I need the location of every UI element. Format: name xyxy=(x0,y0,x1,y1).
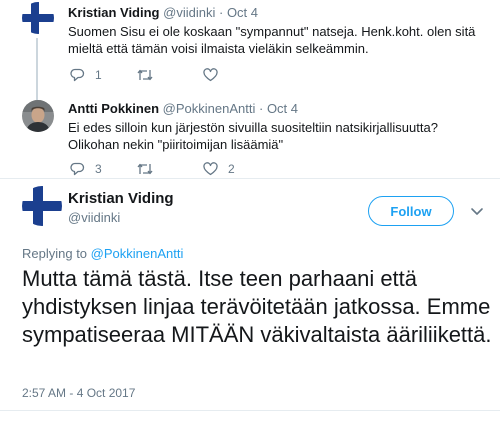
heart-icon xyxy=(203,162,218,176)
follow-button[interactable]: Follow xyxy=(368,196,454,226)
reply-tweet-1[interactable]: Kristian Viding @viidinki · Oct 4 Suomen… xyxy=(0,0,500,100)
retweet-icon xyxy=(136,68,154,82)
divider xyxy=(0,178,500,179)
author-handle[interactable]: @viidinki xyxy=(163,5,215,20)
retweet-button[interactable] xyxy=(136,68,164,82)
tweet-text: Suomen Sisu ei ole koskaan "sympannut" n… xyxy=(68,24,476,56)
like-button[interactable]: 2 xyxy=(203,162,235,176)
main-author-handle[interactable]: @viidinki xyxy=(68,210,120,225)
tweet-text: Ei edes silloin kun järjestön sivuilla s… xyxy=(68,120,438,152)
tweet-header: Kristian Viding @viidinki · Oct 4 xyxy=(68,5,258,20)
like-count: 2 xyxy=(228,162,235,176)
replying-to: Replying to @PokkinenAntti xyxy=(22,246,183,261)
replying-to-link[interactable]: @PokkinenAntti xyxy=(91,246,184,261)
reply-icon xyxy=(70,68,85,82)
avatar-kristian[interactable] xyxy=(22,2,54,34)
separator-dot: · xyxy=(258,101,264,116)
thread-line xyxy=(36,38,38,100)
tweet-date[interactable]: Oct 4 xyxy=(267,101,298,116)
author-handle[interactable]: @PokkinenAntti xyxy=(163,101,256,116)
main-tweet-text: Mutta tämä tästä. Itse teen parhaani ett… xyxy=(22,266,492,347)
reply-icon xyxy=(70,162,85,176)
like-button[interactable] xyxy=(203,68,228,82)
avatar-antti[interactable] xyxy=(22,100,54,132)
tweet-date[interactable]: Oct 4 xyxy=(227,5,258,20)
tweet-header: Antti Pokkinen @PokkinenAntti · Oct 4 xyxy=(68,101,298,116)
reply-button[interactable]: 3 xyxy=(70,162,102,176)
main-author-name[interactable]: Kristian Viding xyxy=(68,190,174,207)
author-name[interactable]: Antti Pokkinen xyxy=(68,101,159,116)
chevron-down-icon[interactable] xyxy=(470,204,484,222)
author-name[interactable]: Kristian Viding xyxy=(68,5,160,20)
reply-count: 1 xyxy=(95,68,102,82)
heart-icon xyxy=(203,68,218,82)
divider xyxy=(0,410,500,411)
reply-button[interactable]: 1 xyxy=(70,68,102,82)
retweet-icon xyxy=(136,162,154,176)
replying-prefix: Replying to xyxy=(22,246,88,261)
reply-tweet-2[interactable]: Antti Pokkinen @PokkinenAntti · Oct 4 Ei… xyxy=(0,96,500,176)
retweet-button[interactable] xyxy=(136,162,164,176)
reply-count: 3 xyxy=(95,162,102,176)
tweet-timestamp[interactable]: 2:57 AM - 4 Oct 2017 xyxy=(22,386,135,400)
avatar-main[interactable] xyxy=(22,186,62,226)
separator-dot: · xyxy=(218,5,224,20)
